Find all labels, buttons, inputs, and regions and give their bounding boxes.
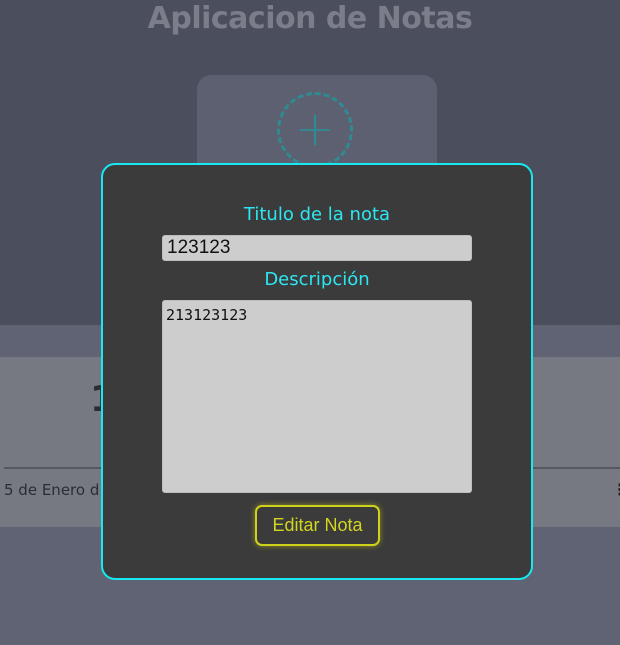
edit-note-modal: Titulo de la nota 123123 Descripción 213… bbox=[101, 163, 533, 580]
note-date: 5 de Enero d bbox=[4, 481, 100, 499]
edit-note-button[interactable]: Editar Nota bbox=[255, 505, 380, 546]
page-title: Aplicacion de Notas bbox=[147, 1, 473, 36]
more-vertical-icon[interactable]: ⋮ bbox=[612, 480, 620, 499]
description-label: Descripción bbox=[264, 269, 370, 290]
description-textarea[interactable]: 213123123 bbox=[162, 300, 472, 493]
plus-icon[interactable]: + bbox=[277, 92, 353, 168]
title-label: Titulo de la nota bbox=[243, 204, 391, 225]
title-input[interactable]: 123123 bbox=[162, 235, 472, 261]
